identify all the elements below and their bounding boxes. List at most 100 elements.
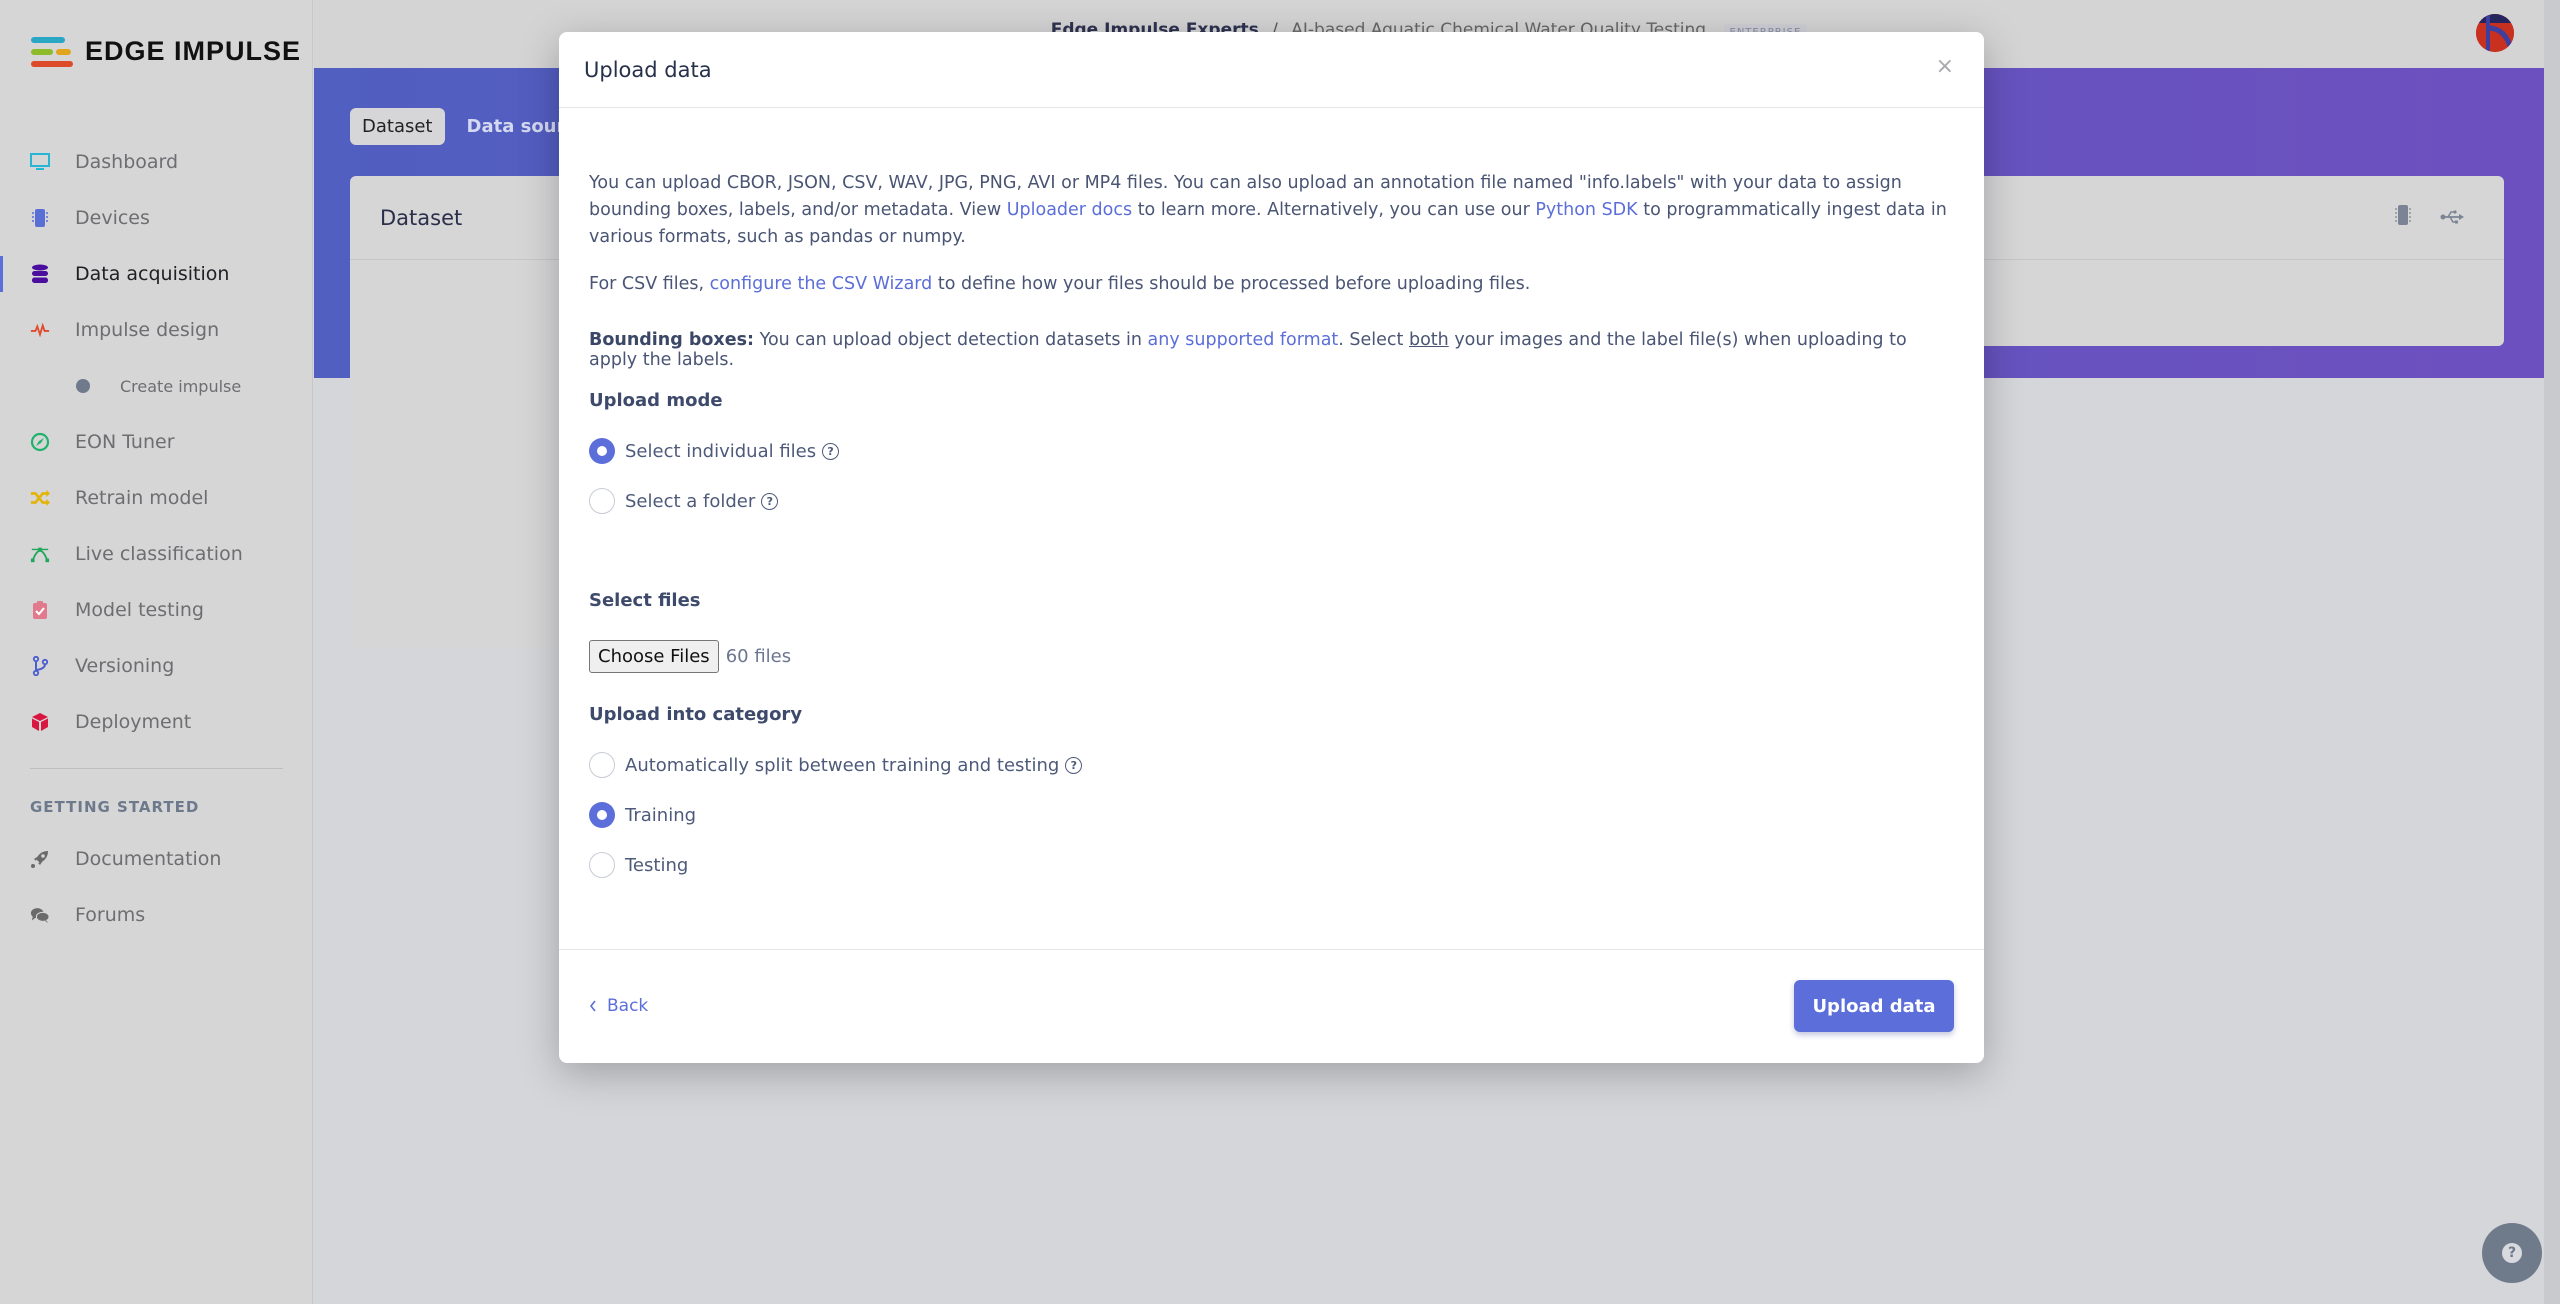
radio-training[interactable]: Training — [589, 802, 696, 828]
radio-label: Training — [625, 804, 697, 826]
database-icon — [30, 264, 50, 284]
radio-auto-split[interactable]: Automatically split between training and… — [589, 752, 1083, 778]
radio-button[interactable] — [589, 438, 615, 464]
pulse-icon — [30, 320, 50, 340]
csv-text-part: to define how your files should be proce… — [932, 274, 1531, 294]
sidebar-item-label: Retrain model — [75, 487, 209, 509]
bbox-text-part: You can upload object detection datasets… — [754, 330, 1148, 350]
question-icon: ? — [2502, 1243, 2522, 1263]
user-avatar[interactable] — [2476, 14, 2514, 52]
chevron-left-icon — [589, 1000, 596, 1012]
help-button[interactable]: ? — [2482, 1223, 2542, 1283]
radio-select-individual-files[interactable]: Select individual files ? — [589, 438, 840, 464]
radio-testing[interactable]: Testing — [589, 852, 688, 878]
clipboard-check-icon — [30, 600, 50, 620]
dot-icon — [76, 379, 90, 393]
bbox-emphasis: both — [1408, 330, 1449, 350]
upload-category-label: Upload into category — [589, 704, 803, 725]
sidebar-item-data-acquisition[interactable]: Data acquisition — [0, 246, 313, 302]
back-button[interactable]: Back — [589, 996, 648, 1016]
bbox-text-part: . Select — [1338, 330, 1409, 350]
sidebar-section-title: GETTING STARTED — [30, 798, 200, 816]
upload-data-button[interactable]: Upload data — [1794, 980, 1954, 1032]
sidebar-item-model-testing[interactable]: Model testing — [0, 582, 313, 638]
sidebar-item-live-classification[interactable]: Live classification — [0, 526, 313, 582]
help-circle-icon[interactable]: ? — [761, 492, 779, 510]
radio-button[interactable] — [589, 802, 615, 828]
sidebar-item-documentation[interactable]: Documentation — [0, 831, 313, 887]
intro-text-part: to learn more. Alternatively, you can us… — [1132, 200, 1536, 220]
shuffle-icon — [30, 488, 50, 508]
sidebar-nav: Dashboard Devices Data acquisition Impul… — [0, 134, 313, 943]
radio-label: Select a folder — [625, 490, 756, 512]
sidebar-item-versioning[interactable]: Versioning — [0, 638, 313, 694]
dataset-card-title: Dataset — [380, 205, 463, 230]
usb-icon[interactable] — [2440, 206, 2464, 230]
sidebar-item-label: Forums — [75, 904, 146, 926]
help-circle-icon[interactable]: ? — [822, 442, 840, 460]
cube-icon — [30, 712, 50, 732]
uploader-docs-link[interactable]: Uploader docs — [1007, 200, 1132, 220]
sidebar-item-eon-tuner[interactable]: EON Tuner — [0, 414, 313, 470]
bezier-icon — [30, 544, 50, 564]
sidebar-item-forums[interactable]: Forums — [0, 887, 313, 943]
help-circle-icon[interactable]: ? — [1065, 756, 1083, 774]
radio-button[interactable] — [589, 488, 615, 514]
radio-button[interactable] — [589, 752, 615, 778]
branch-icon — [30, 656, 50, 676]
sidebar-item-deployment[interactable]: Deployment — [0, 694, 313, 750]
python-sdk-link[interactable]: Python SDK — [1535, 200, 1637, 220]
bounding-boxes-label: Bounding boxes: — [589, 330, 755, 350]
selected-files-count: 60 files — [725, 646, 792, 667]
csv-wizard-link[interactable]: configure the CSV Wizard — [710, 274, 933, 294]
sidebar: EDGE IMPULSE Dashboard Devices Data acqu… — [0, 0, 313, 1304]
sidebar-item-impulse-design[interactable]: Impulse design — [0, 302, 313, 358]
monitor-icon — [30, 152, 50, 172]
sidebar-item-devices[interactable]: Devices — [0, 190, 313, 246]
upload-intro-text: You can upload CBOR, JSON, CSV, WAV, JPG… — [589, 170, 1954, 251]
chat-icon — [30, 905, 50, 925]
card-toolbar — [2394, 204, 2464, 231]
radio-label: Automatically split between training and… — [625, 754, 1060, 776]
sidebar-item-label: Live classification — [75, 543, 243, 565]
rocket-icon — [30, 849, 50, 869]
tab-dataset[interactable]: Dataset — [350, 108, 445, 145]
sidebar-item-label: Devices — [75, 207, 150, 229]
modal-body: You can upload CBOR, JSON, CSV, WAV, JPG… — [559, 108, 1984, 981]
sidebar-item-label: Versioning — [75, 655, 175, 677]
radio-label: Select individual files — [625, 440, 817, 462]
bounding-boxes-text: Bounding boxes: You can upload object de… — [589, 330, 1954, 370]
compass-icon — [30, 432, 50, 452]
page-scrollbar[interactable] — [2544, 0, 2560, 1304]
chip-icon — [30, 208, 50, 228]
radio-button[interactable] — [589, 852, 615, 878]
dataset-card-body — [350, 330, 570, 648]
modal-title: Upload data — [584, 57, 712, 82]
logo[interactable]: EDGE IMPULSE — [31, 36, 301, 67]
sidebar-item-create-impulse[interactable]: Create impulse — [0, 358, 313, 414]
select-files-label: Select files — [589, 590, 701, 611]
sidebar-item-label: EON Tuner — [75, 431, 175, 453]
brand-name: EDGE IMPULSE — [85, 36, 302, 66]
sidebar-item-label: Impulse design — [75, 319, 220, 341]
choose-files-button[interactable]: Choose Files — [589, 640, 719, 673]
connect-device-chip-icon[interactable] — [2394, 204, 2412, 231]
csv-text-part: For CSV files, — [589, 274, 710, 294]
sidebar-item-label: Data acquisition — [75, 263, 230, 285]
back-label: Back — [607, 996, 649, 1016]
file-input[interactable]: Choose Files 60 files — [589, 640, 791, 673]
sidebar-item-retrain-model[interactable]: Retrain model — [0, 470, 313, 526]
modal-header: Upload data × — [559, 32, 1984, 108]
modal-footer: Back Upload data — [559, 949, 1984, 1063]
upload-data-modal: Upload data × You can upload CBOR, JSON,… — [559, 32, 1984, 1063]
sidebar-divider — [30, 768, 283, 769]
radio-select-folder[interactable]: Select a folder ? — [589, 488, 779, 514]
sidebar-item-label: Dashboard — [75, 151, 179, 173]
sidebar-item-dashboard[interactable]: Dashboard — [0, 134, 313, 190]
radio-label: Testing — [625, 854, 689, 876]
edge-impulse-logo-icon — [31, 36, 73, 67]
sidebar-item-label: Create impulse — [120, 376, 242, 396]
close-icon[interactable]: × — [1936, 56, 1954, 78]
sidebar-item-label: Model testing — [75, 599, 204, 621]
supported-format-link[interactable]: any supported format — [1148, 330, 1339, 350]
